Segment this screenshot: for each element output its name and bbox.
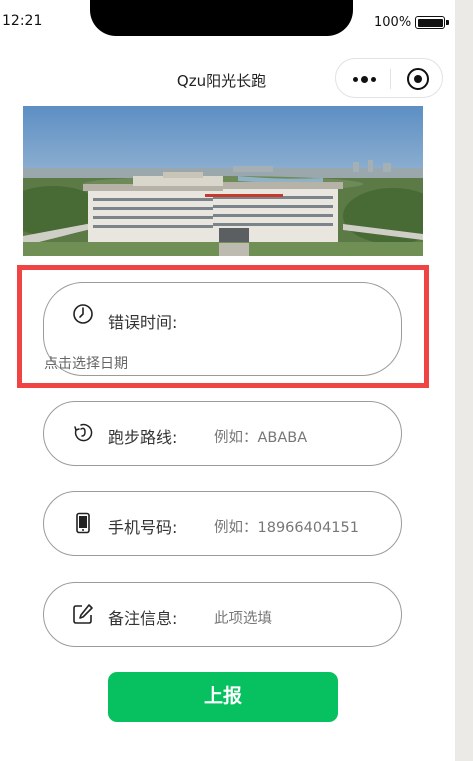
more-dots-icon[interactable] bbox=[348, 70, 380, 88]
target-icon[interactable] bbox=[407, 68, 429, 90]
highlight-box bbox=[17, 265, 429, 388]
battery-icon bbox=[415, 16, 449, 29]
route-icon bbox=[74, 423, 93, 442]
capsule-divider bbox=[390, 69, 391, 89]
phone-icon bbox=[76, 512, 90, 534]
remark-field[interactable]: 备注信息: 此项选填 bbox=[43, 582, 402, 647]
banner-image bbox=[23, 106, 423, 256]
phone-field[interactable]: 手机号码: 例如：18966404151 bbox=[43, 491, 402, 556]
submit-button[interactable]: 上报 bbox=[108, 672, 338, 722]
scrollbar-track[interactable] bbox=[455, 0, 473, 761]
phone-input[interactable]: 例如：18966404151 bbox=[214, 516, 359, 537]
battery-percentage: 100% bbox=[374, 15, 412, 30]
remark-label: 备注信息: bbox=[108, 609, 178, 628]
route-input[interactable]: 例如：ABABA bbox=[214, 426, 307, 447]
edit-icon bbox=[73, 604, 93, 624]
route-field[interactable]: 跑步路线: 例如：ABABA bbox=[43, 401, 402, 466]
route-label: 跑步路线: bbox=[108, 428, 178, 447]
status-time: 12:21 bbox=[2, 13, 43, 29]
phone-label: 手机号码: bbox=[108, 518, 178, 537]
mini-program-capsule bbox=[335, 58, 443, 98]
remark-input[interactable]: 此项选填 bbox=[214, 607, 272, 628]
device-notch bbox=[90, 0, 353, 36]
